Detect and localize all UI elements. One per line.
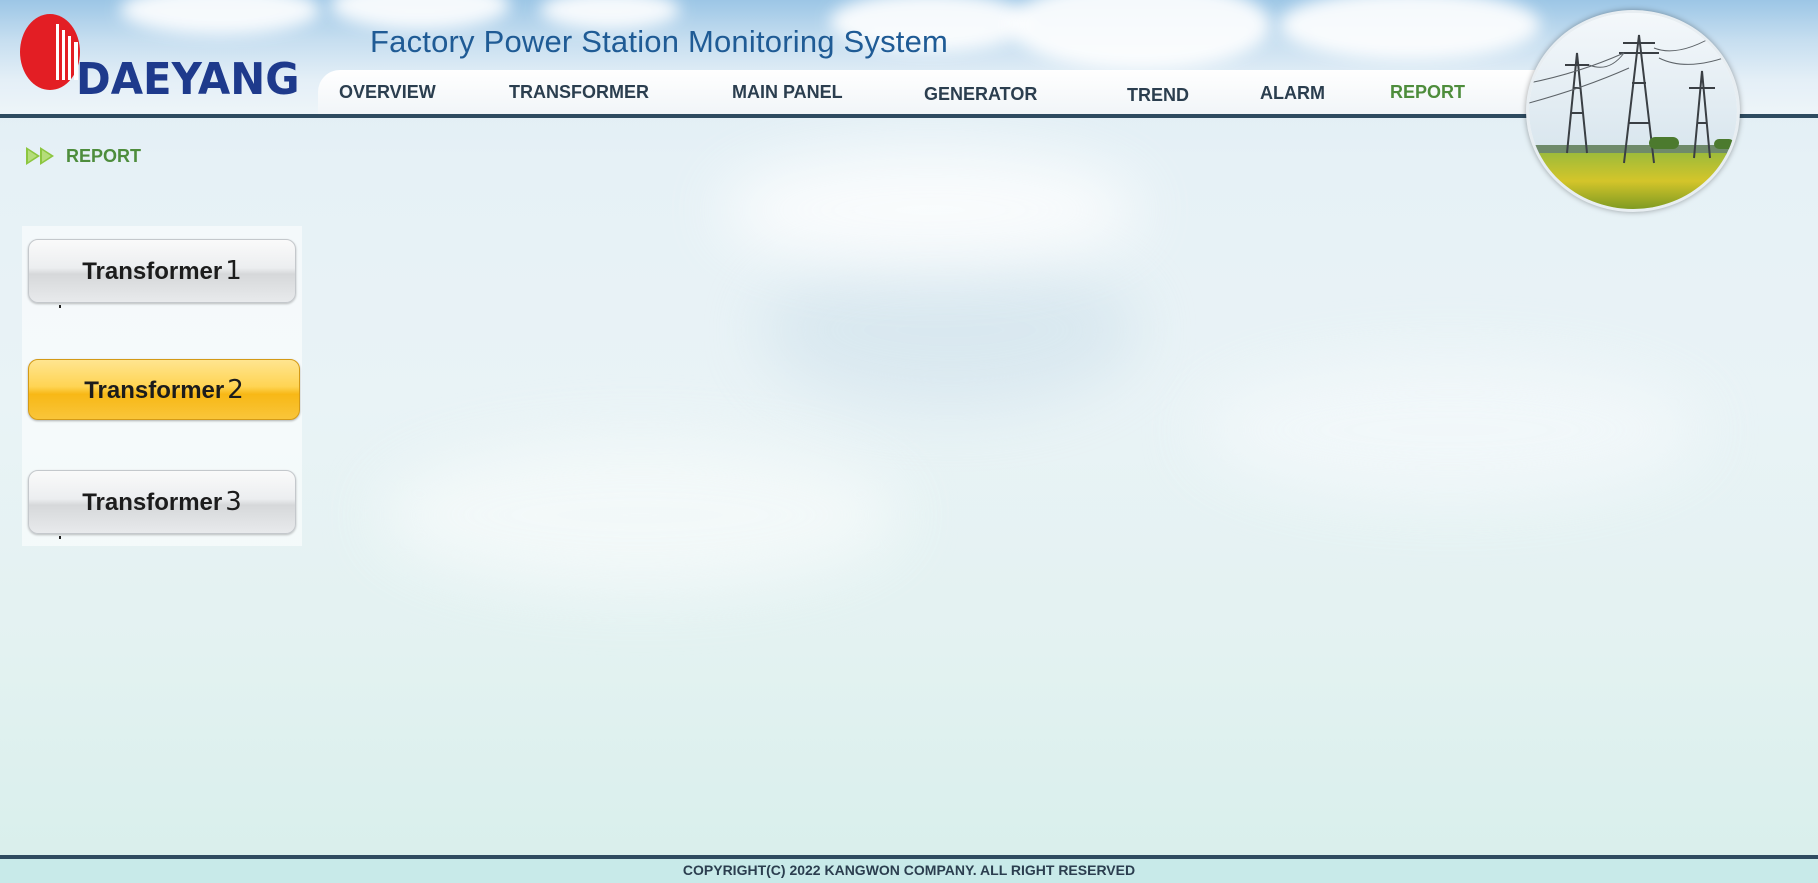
logo-mark-icon xyxy=(20,14,80,90)
tick-mark xyxy=(59,305,61,308)
nav-alarm[interactable]: ALARM xyxy=(1260,83,1325,104)
breadcrumb: REPORT xyxy=(26,146,141,166)
nav-overview[interactable]: OVERVIEW xyxy=(339,82,436,103)
nav-report[interactable]: REPORT xyxy=(1390,82,1465,103)
app-title: Factory Power Station Monitoring System xyxy=(370,24,949,59)
main-nav: OVERVIEW TRANSFORMER MAIN PANEL GENERATO… xyxy=(318,70,1578,115)
page-title: REPORT xyxy=(66,145,142,166)
background-cloud xyxy=(720,150,1140,270)
transformer-1-label: Transformer 1 xyxy=(82,256,242,286)
transformer-2-button[interactable]: Transformer 2 xyxy=(28,359,300,420)
header-cloud xyxy=(1280,0,1540,60)
header-cloud xyxy=(1010,0,1270,70)
nav-generator[interactable]: GENERATOR xyxy=(924,84,1037,105)
background-cloud xyxy=(760,250,1140,410)
transformer-3-label: Transformer 3 xyxy=(82,487,242,517)
nav-trend[interactable]: TREND xyxy=(1127,85,1189,106)
company-logo[interactable]: DAEYANG xyxy=(20,12,300,107)
double-arrow-icon xyxy=(26,147,54,165)
background-cloud xyxy=(380,440,900,590)
transformer-1-button[interactable]: Transformer 1 xyxy=(28,239,296,303)
nav-transformer[interactable]: TRANSFORMER xyxy=(509,82,649,103)
tick-mark xyxy=(59,536,61,539)
copyright-text: COPYRIGHT(C) 2022 KANGWON COMPANY. ALL R… xyxy=(682,862,1136,878)
footer: COPYRIGHT(C) 2022 KANGWON COMPANY. ALL R… xyxy=(0,855,1818,883)
transformer-2-label: Transformer 2 xyxy=(84,374,244,405)
power-tower-image xyxy=(1526,10,1740,212)
background-cloud xyxy=(1200,360,1700,500)
nav-main-panel[interactable]: MAIN PANEL xyxy=(732,82,843,103)
transformer-3-button[interactable]: Transformer 3 xyxy=(28,470,296,534)
power-tower-icon xyxy=(1529,13,1737,209)
logo-text: DAEYANG xyxy=(76,54,300,105)
